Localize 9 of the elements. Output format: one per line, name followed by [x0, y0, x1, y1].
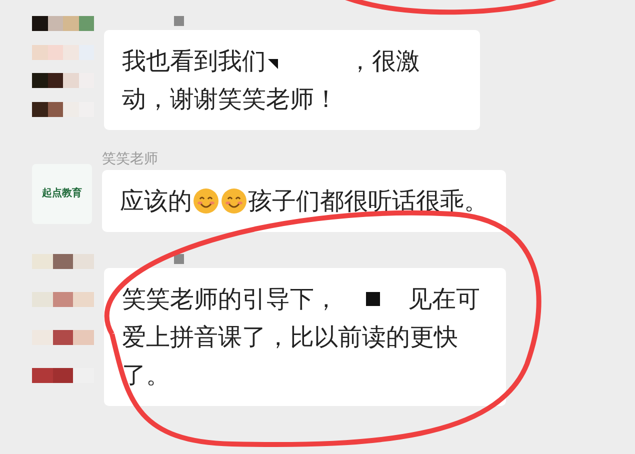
redaction-mark: [366, 292, 380, 306]
smiley-emoji-icon: [221, 188, 247, 214]
logo-text: 起点教育: [42, 189, 82, 199]
message-bubble: 我也看到我们 ，很激动，谢谢笑笑老师！: [104, 30, 480, 130]
message-bubble: 应该的 孩子们都很听话很乖。: [102, 170, 506, 232]
message-bubble: 笑笑老师的引导下， 见在可爱上拼音课了，比以前读的更快了。: [104, 268, 506, 406]
logo-avatar[interactable]: 起点教育: [32, 164, 92, 224]
sender-name: 笑笑老师: [102, 152, 159, 166]
smiley-emoji-icon: [193, 188, 219, 214]
